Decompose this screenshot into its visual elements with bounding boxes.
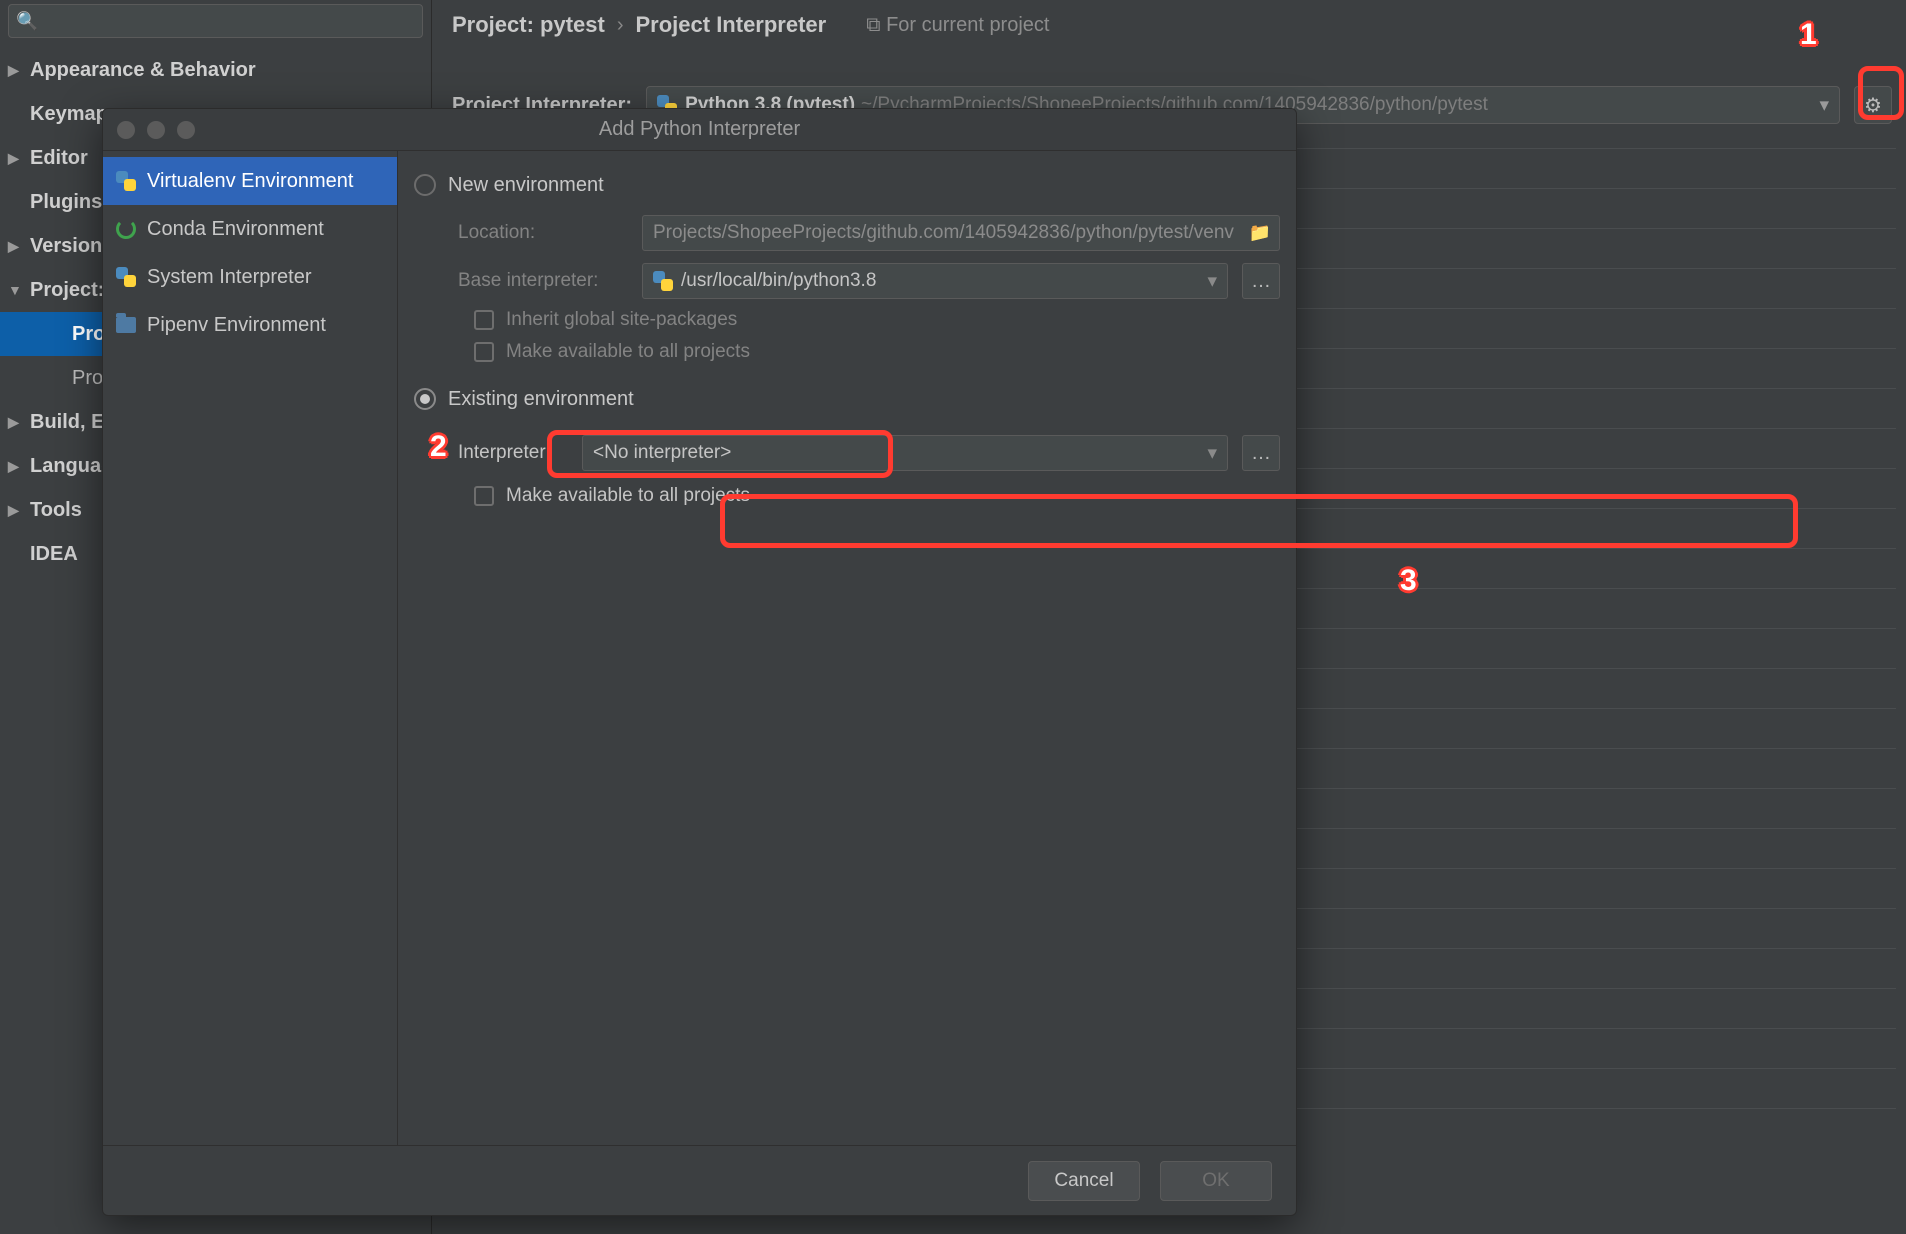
location-input[interactable]: Projects/ShopeeProjects/github.com/14059… bbox=[642, 215, 1280, 251]
existing-env-radio[interactable] bbox=[414, 388, 436, 410]
add-interpreter-dialog: Add Python Interpreter Virtualenv Enviro… bbox=[102, 108, 1297, 1216]
gear-icon: ⚙ bbox=[1864, 93, 1882, 118]
python-icon bbox=[653, 271, 673, 291]
env-type-list: Virtualenv Environment Conda Environment… bbox=[103, 151, 398, 1145]
interpreter-settings-gear-button[interactable]: ⚙ bbox=[1854, 86, 1892, 124]
env-type-pipenv[interactable]: Pipenv Environment bbox=[103, 301, 397, 349]
cancel-button[interactable]: Cancel bbox=[1028, 1161, 1140, 1201]
new-env-radio-label: New environment bbox=[448, 174, 604, 197]
breadcrumb-page: Project Interpreter bbox=[636, 12, 827, 38]
chevron-down-icon: ▾ bbox=[1207, 270, 1217, 293]
interpreter-value: <No interpreter> bbox=[593, 442, 731, 464]
interpreter-dropdown[interactable]: <No interpreter> ▾ bbox=[582, 435, 1228, 471]
base-interpreter-dropdown[interactable]: /usr/local/bin/python3.8 ▾ bbox=[642, 263, 1228, 299]
base-interpreter-value: /usr/local/bin/python3.8 bbox=[681, 270, 876, 292]
location-label: Location: bbox=[458, 222, 628, 244]
new-env-radio[interactable] bbox=[414, 174, 436, 196]
dialog-titlebar[interactable]: Add Python Interpreter bbox=[103, 109, 1296, 151]
breadcrumb-project: Project: pytest bbox=[452, 12, 605, 38]
inherit-checkbox[interactable] bbox=[474, 310, 494, 330]
make-available-label-1: Make available to all projects bbox=[506, 341, 750, 363]
window-controls[interactable] bbox=[117, 121, 195, 139]
existing-env-radio-row[interactable]: Existing environment bbox=[414, 381, 1280, 417]
interpreter-browse-button[interactable]: … bbox=[1242, 435, 1280, 471]
settings-search-input[interactable] bbox=[8, 4, 423, 38]
python-icon bbox=[116, 171, 136, 191]
env-type-virtualenv[interactable]: Virtualenv Environment bbox=[103, 157, 397, 205]
search-icon: 🔍 bbox=[16, 11, 38, 32]
interpreter-label: Interpreter: bbox=[458, 442, 568, 464]
make-available-checkbox-2[interactable] bbox=[474, 486, 494, 506]
minimize-window-icon[interactable] bbox=[147, 121, 165, 139]
tree-appearance[interactable]: Appearance & Behavior bbox=[0, 48, 431, 92]
chevron-down-icon: ▾ bbox=[1207, 442, 1217, 465]
base-interpreter-label: Base interpreter: bbox=[458, 270, 628, 292]
breadcrumb-sep: › bbox=[617, 14, 624, 37]
base-interpreter-browse-button[interactable]: … bbox=[1242, 263, 1280, 299]
zoom-window-icon[interactable] bbox=[177, 121, 195, 139]
folder-icon bbox=[116, 317, 136, 333]
python-icon bbox=[116, 267, 136, 287]
conda-icon bbox=[116, 219, 136, 239]
ok-button[interactable]: OK bbox=[1160, 1161, 1272, 1201]
dialog-title: Add Python Interpreter bbox=[103, 118, 1296, 141]
env-type-conda[interactable]: Conda Environment bbox=[103, 205, 397, 253]
env-type-system[interactable]: System Interpreter bbox=[103, 253, 397, 301]
breadcrumb-hint: For current project bbox=[866, 14, 1049, 37]
make-available-checkbox-1[interactable] bbox=[474, 342, 494, 362]
breadcrumb: Project: pytest › Project Interpreter Fo… bbox=[432, 0, 1906, 42]
make-available-label-2: Make available to all projects bbox=[506, 485, 750, 507]
new-env-radio-row[interactable]: New environment bbox=[414, 167, 1280, 203]
location-value: Projects/ShopeeProjects/github.com/14059… bbox=[653, 222, 1234, 244]
browse-folder-icon[interactable]: 📁 bbox=[1249, 223, 1271, 244]
existing-env-radio-label: Existing environment bbox=[448, 388, 634, 411]
inherit-label: Inherit global site-packages bbox=[506, 309, 737, 331]
close-window-icon[interactable] bbox=[117, 121, 135, 139]
package-table-placeholder bbox=[1295, 148, 1896, 1148]
